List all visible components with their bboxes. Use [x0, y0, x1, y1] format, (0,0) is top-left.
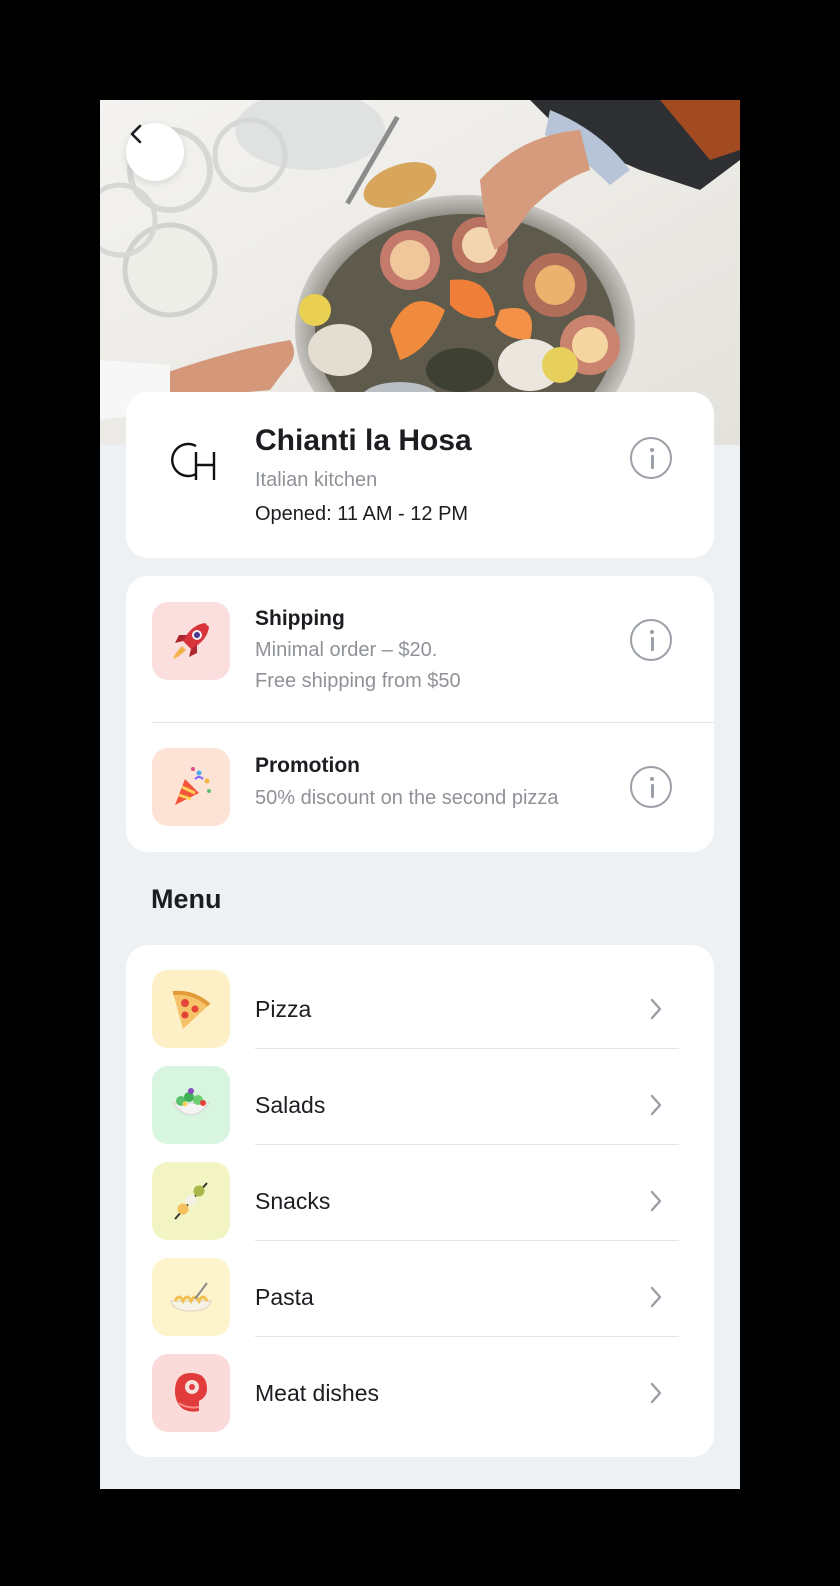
rocket-icon: [173, 623, 209, 659]
menu-item-label: Pizza: [255, 996, 312, 1022]
menu-item-salads[interactable]: Salads: [126, 1041, 714, 1145]
shipping-minimum: Minimal order – $20.: [255, 639, 438, 661]
shipping-info-button[interactable]: [630, 619, 672, 661]
menu-icon-tile: [152, 1066, 230, 1144]
feature-icon-tile: [152, 602, 230, 680]
menu-item-label: Pasta: [255, 1284, 314, 1310]
info-icon: [650, 448, 654, 452]
info-icon: [650, 777, 654, 781]
chevron-right-icon: [650, 998, 662, 1020]
ch-monogram-logo: [171, 442, 216, 480]
promotion-text: 50% discount on the second pizza: [255, 787, 559, 809]
menu-item-label: Salads: [255, 1092, 326, 1118]
menu-item-pizza[interactable]: Pizza: [126, 945, 714, 1049]
salad-icon: [171, 1088, 211, 1116]
chevron-right-icon: [650, 1286, 662, 1308]
menu-heading: Menu: [151, 884, 222, 914]
shipping-title: Shipping: [255, 607, 345, 630]
menu-list: Pizza Salads Snacks Pasta Meat dishes: [126, 945, 714, 1457]
features-card: Shipping Minimal order – $20. Free shipp…: [126, 576, 714, 852]
menu-icon-tile: [152, 970, 230, 1048]
menu-icon-tile: [152, 1258, 230, 1336]
skewer-icon: [174, 1182, 208, 1220]
chevron-right-icon: [650, 1190, 662, 1212]
menu-item-label: Snacks: [255, 1188, 331, 1214]
menu-item-pasta[interactable]: Pasta: [126, 1233, 714, 1337]
divider: [152, 722, 714, 723]
pasta-icon: [170, 1282, 212, 1312]
shipping-row[interactable]: Shipping Minimal order – $20. Free shipp…: [126, 576, 714, 724]
restaurant-screen: Chianti la Hosa Italian kitchen Opened: …: [100, 100, 740, 1489]
chevron-right-icon: [650, 1094, 662, 1116]
feature-icon-tile: [152, 748, 230, 826]
restaurant-cuisine: Italian kitchen: [255, 469, 378, 491]
shipping-free-threshold: Free shipping from $50: [255, 670, 461, 692]
menu-item-meat-dishes[interactable]: Meat dishes: [126, 1329, 714, 1432]
menu-icon-tile: [152, 1354, 230, 1432]
restaurant-name: Chianti la Hosa: [255, 424, 472, 457]
steak-icon: [175, 1373, 207, 1412]
pizza-icon: [172, 990, 211, 1029]
promotion-title: Promotion: [255, 754, 360, 777]
promotion-info-button[interactable]: [630, 766, 672, 808]
back-button[interactable]: [126, 123, 184, 181]
restaurant-info-button[interactable]: [630, 437, 672, 479]
restaurant-logo: [162, 430, 226, 494]
restaurant-hours: Opened: 11 AM - 12 PM: [255, 503, 469, 525]
menu-item-snacks[interactable]: Snacks: [126, 1137, 714, 1241]
party-popper-icon: [175, 767, 211, 805]
menu-item-label: Meat dishes: [255, 1380, 380, 1406]
chevron-right-icon: [650, 1382, 662, 1404]
restaurant-info-card: Chianti la Hosa Italian kitchen Opened: …: [126, 392, 714, 558]
chevron-left-icon: [130, 124, 142, 144]
menu-icon-tile: [152, 1162, 230, 1240]
info-icon: [650, 630, 654, 634]
promotion-row[interactable]: Promotion 50% discount on the second piz…: [126, 724, 714, 852]
